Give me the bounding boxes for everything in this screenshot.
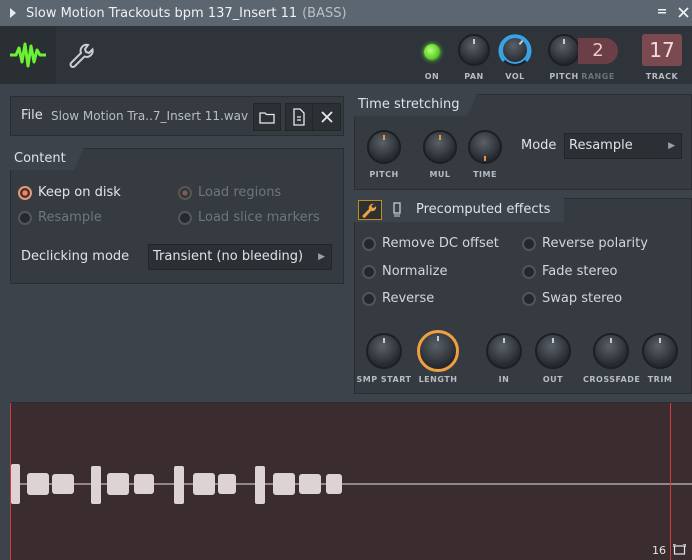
waveform-icon	[10, 42, 46, 68]
start-marker[interactable]	[10, 403, 11, 560]
file-row: File Slow Motion Tra..7_Insert 11.wav	[10, 96, 344, 136]
wrench-icon	[362, 203, 377, 218]
edit-file-icon	[293, 108, 305, 126]
close-window-icon[interactable]	[678, 7, 689, 18]
toggle-off-icon	[362, 291, 376, 306]
effects-wrench-button[interactable]	[358, 200, 382, 220]
mode-label: Mode	[521, 138, 557, 153]
sample-tab-button[interactable]	[0, 26, 56, 84]
ts-pitch-label: PITCH	[369, 170, 399, 179]
trim-knob[interactable]	[642, 333, 678, 369]
pan-label: PAN	[464, 72, 484, 81]
smp-start-label: SMP START	[356, 375, 412, 384]
chevron-right-icon: ▶	[318, 252, 325, 262]
trim-label: TRIM	[647, 375, 673, 384]
smp-start-knob[interactable]	[366, 333, 402, 369]
pitch-knob[interactable]	[548, 34, 580, 66]
range-label: RANGE	[581, 72, 615, 81]
radio-disabled-icon	[178, 185, 192, 200]
load-regions-option[interactable]: Load regions	[178, 185, 281, 200]
minimize-icon[interactable]	[657, 7, 667, 17]
toggle-off-icon	[522, 291, 536, 306]
declicking-mode-select[interactable]: Transient (no bleeding) ▶	[148, 244, 332, 270]
keep-on-disk-option[interactable]: Keep on disk	[18, 185, 121, 200]
ts-mul-knob[interactable]	[423, 130, 457, 164]
edit-file-button[interactable]	[285, 103, 313, 131]
window-subtitle: (BASS)	[302, 5, 347, 21]
time-stretching-title: Time stretching	[354, 94, 478, 116]
radio-off-icon	[18, 210, 32, 225]
vol-label: VOL	[505, 72, 525, 81]
load-slice-markers-option[interactable]: Load slice markers	[178, 210, 320, 225]
ts-time-knob[interactable]	[468, 130, 502, 164]
wrench-icon	[69, 43, 94, 68]
on-label: ON	[424, 72, 440, 81]
track-number[interactable]: 17	[642, 34, 682, 66]
declicking-mode-label: Declicking mode	[21, 249, 130, 264]
close-icon	[320, 111, 333, 123]
in-label: IN	[498, 375, 510, 384]
normalize-toggle[interactable]: Normalize	[362, 264, 447, 279]
clear-file-button[interactable]	[313, 103, 341, 131]
fade-out-knob[interactable]	[535, 333, 571, 369]
waveform-display[interactable]	[10, 402, 692, 560]
chevron-right-icon: ▶	[668, 141, 675, 151]
track-label: TRACK	[645, 72, 679, 81]
zoom-level: 16	[652, 544, 666, 557]
length-knob[interactable]	[417, 330, 459, 372]
file-name[interactable]: Slow Motion Tra..7_Insert 11.wav	[51, 109, 251, 123]
browse-folder-button[interactable]	[253, 103, 281, 131]
toggle-off-icon	[362, 236, 376, 251]
file-label: File	[21, 108, 43, 123]
fade-in-knob[interactable]	[486, 333, 522, 369]
toggle-off-icon	[362, 264, 376, 279]
zoom-fit-icon[interactable]	[673, 544, 686, 556]
collapse-arrow-icon[interactable]	[10, 8, 16, 18]
content-title: Content	[10, 148, 84, 170]
volume-arc	[498, 34, 532, 63]
reverse-toggle[interactable]: Reverse	[362, 291, 434, 306]
swap-stereo-toggle[interactable]: Swap stereo	[522, 291, 622, 306]
remove-dc-offset-toggle[interactable]: Remove DC offset	[362, 236, 499, 251]
waveform-graphic	[10, 464, 692, 504]
fade-stereo-toggle[interactable]: Fade stereo	[522, 264, 618, 279]
mode-select[interactable]: Resample ▶	[564, 133, 682, 159]
crossfade-knob[interactable]	[593, 333, 629, 369]
pan-knob[interactable]	[458, 34, 490, 66]
ts-pitch-knob[interactable]	[367, 130, 401, 164]
length-label: LENGTH	[418, 375, 458, 384]
end-marker[interactable]	[670, 403, 671, 560]
radio-off-icon	[178, 210, 192, 225]
title-bar: Slow Motion Trackouts bpm 137_Insert 11 …	[0, 0, 692, 26]
ts-time-label: TIME	[473, 170, 497, 179]
toggle-off-icon	[522, 264, 536, 279]
window-title: Slow Motion Trackouts bpm 137_Insert 11	[26, 5, 298, 21]
reverse-polarity-toggle[interactable]: Reverse polarity	[522, 236, 648, 251]
toggle-off-icon	[522, 236, 536, 251]
resample-option[interactable]: Resample	[18, 210, 102, 225]
pitch-label: PITCH	[549, 72, 579, 81]
radio-on-icon	[18, 185, 32, 200]
folder-icon	[259, 112, 275, 124]
ts-mul-label: MUL	[429, 170, 451, 179]
precomputed-effects-title: Precomputed effects	[416, 202, 551, 217]
pitch-range-value[interactable]: 2	[578, 38, 618, 64]
channel-on-led[interactable]	[424, 44, 440, 60]
out-label: OUT	[542, 375, 564, 384]
tube-icon	[393, 202, 401, 217]
crossfade-label: CROSSFADE	[583, 375, 641, 384]
settings-tab-button[interactable]	[62, 38, 98, 74]
header-tab-edge	[554, 198, 564, 222]
